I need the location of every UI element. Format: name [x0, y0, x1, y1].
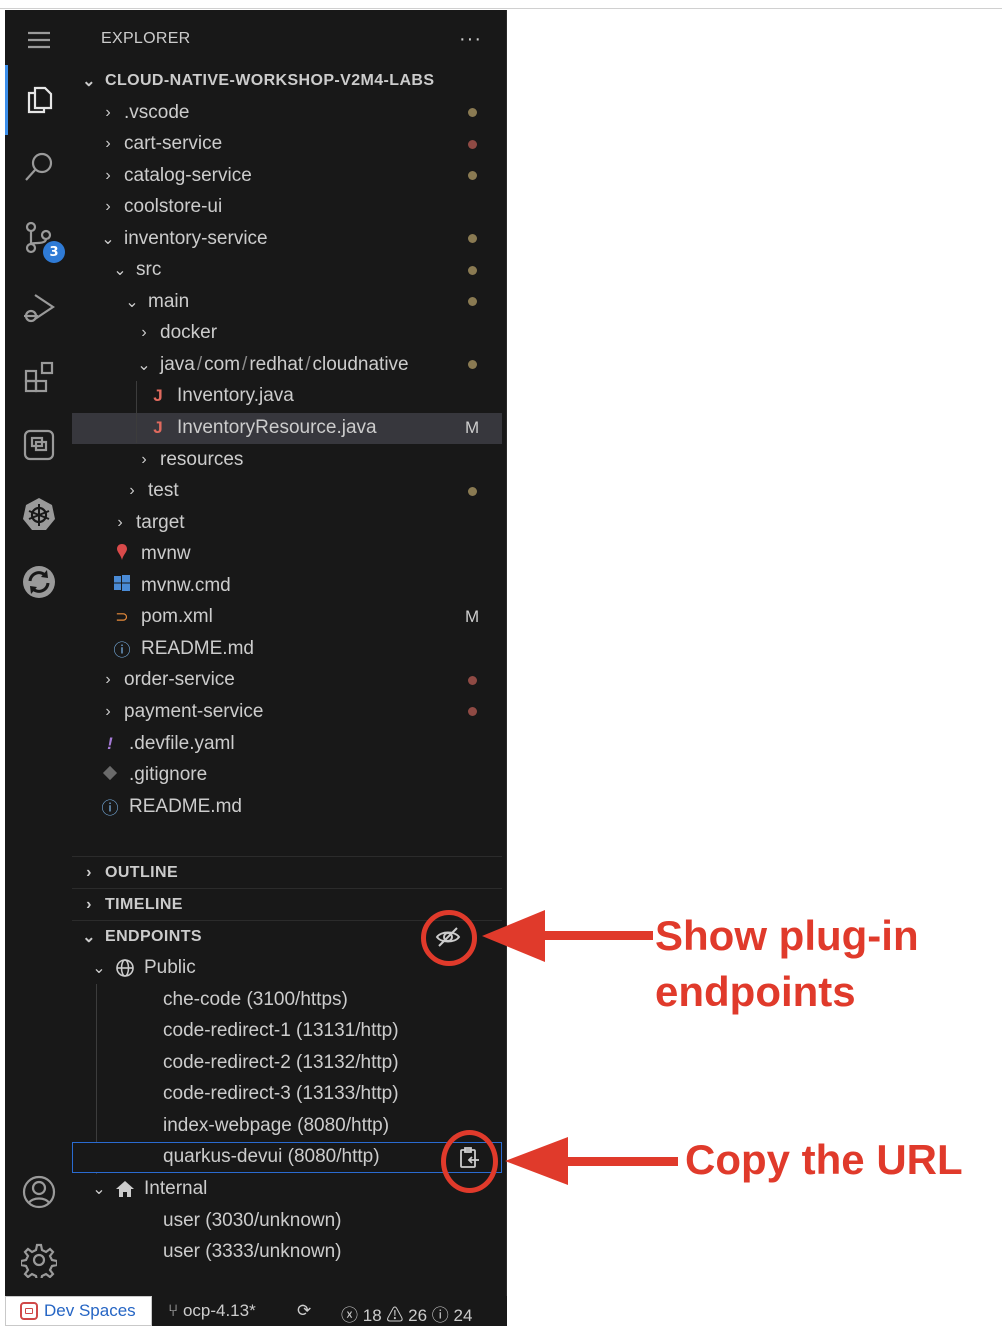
annotation-show-plugin: Show plug-in endpoints: [655, 908, 919, 1020]
arrow-shaft-show-plugin: [540, 931, 653, 940]
arrow-head-copy-url: [505, 1137, 568, 1185]
annotation-show-plugin-line2: endpoints: [655, 968, 856, 1015]
annotation-show-plugin-line1: Show plug-in: [655, 912, 919, 959]
arrow-head-show-plugin: [482, 910, 545, 962]
arrow-shaft-copy-url: [563, 1157, 678, 1166]
annotation-copy-url: Copy the URL: [685, 1136, 963, 1183]
